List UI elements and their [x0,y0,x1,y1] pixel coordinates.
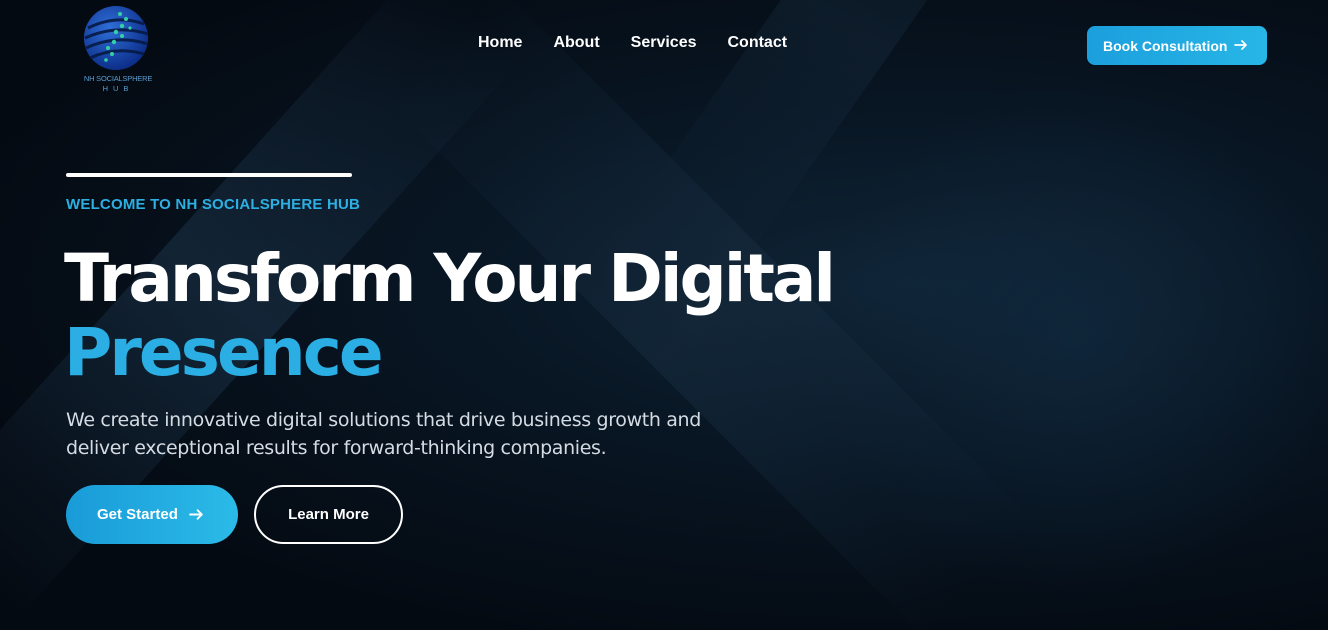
accent-divider [66,173,352,177]
hero-eyebrow: WELCOME TO NH SOCIALSPHERE HUB [66,196,361,213]
logo-text: HUB [102,84,134,93]
globe-dots-icon [84,6,149,70]
book-consultation-button[interactable]: Book Consultation [1087,26,1267,65]
arrow-right-icon [189,509,203,520]
learn-more-label: Learn More [288,506,369,523]
background-glow [820,80,1328,600]
arrow-right-icon [1234,40,1247,50]
hero-title-line2: Presence [64,314,384,391]
nav-item-home[interactable]: Home [478,34,522,52]
nav-item-contact[interactable]: Contact [728,34,788,52]
book-consultation-label: Book Consultation [1103,37,1228,54]
logo[interactable]: NH SOCIALSPHERE HUB [78,4,158,96]
logo-text: NH SOCIALSPHERE [83,74,153,83]
hero-description: We create innovative digital solutions t… [66,409,701,459]
nav-item-about[interactable]: About [553,34,599,52]
learn-more-button[interactable]: Learn More [254,485,403,544]
get-started-button[interactable]: Get Started [66,485,238,544]
get-started-label: Get Started [97,506,178,523]
nav-item-services[interactable]: Services [631,34,697,52]
main-nav: Home About Services Contact [478,34,787,52]
hero-page: NH SOCIALSPHERE HUB Home About Services … [0,0,1328,630]
